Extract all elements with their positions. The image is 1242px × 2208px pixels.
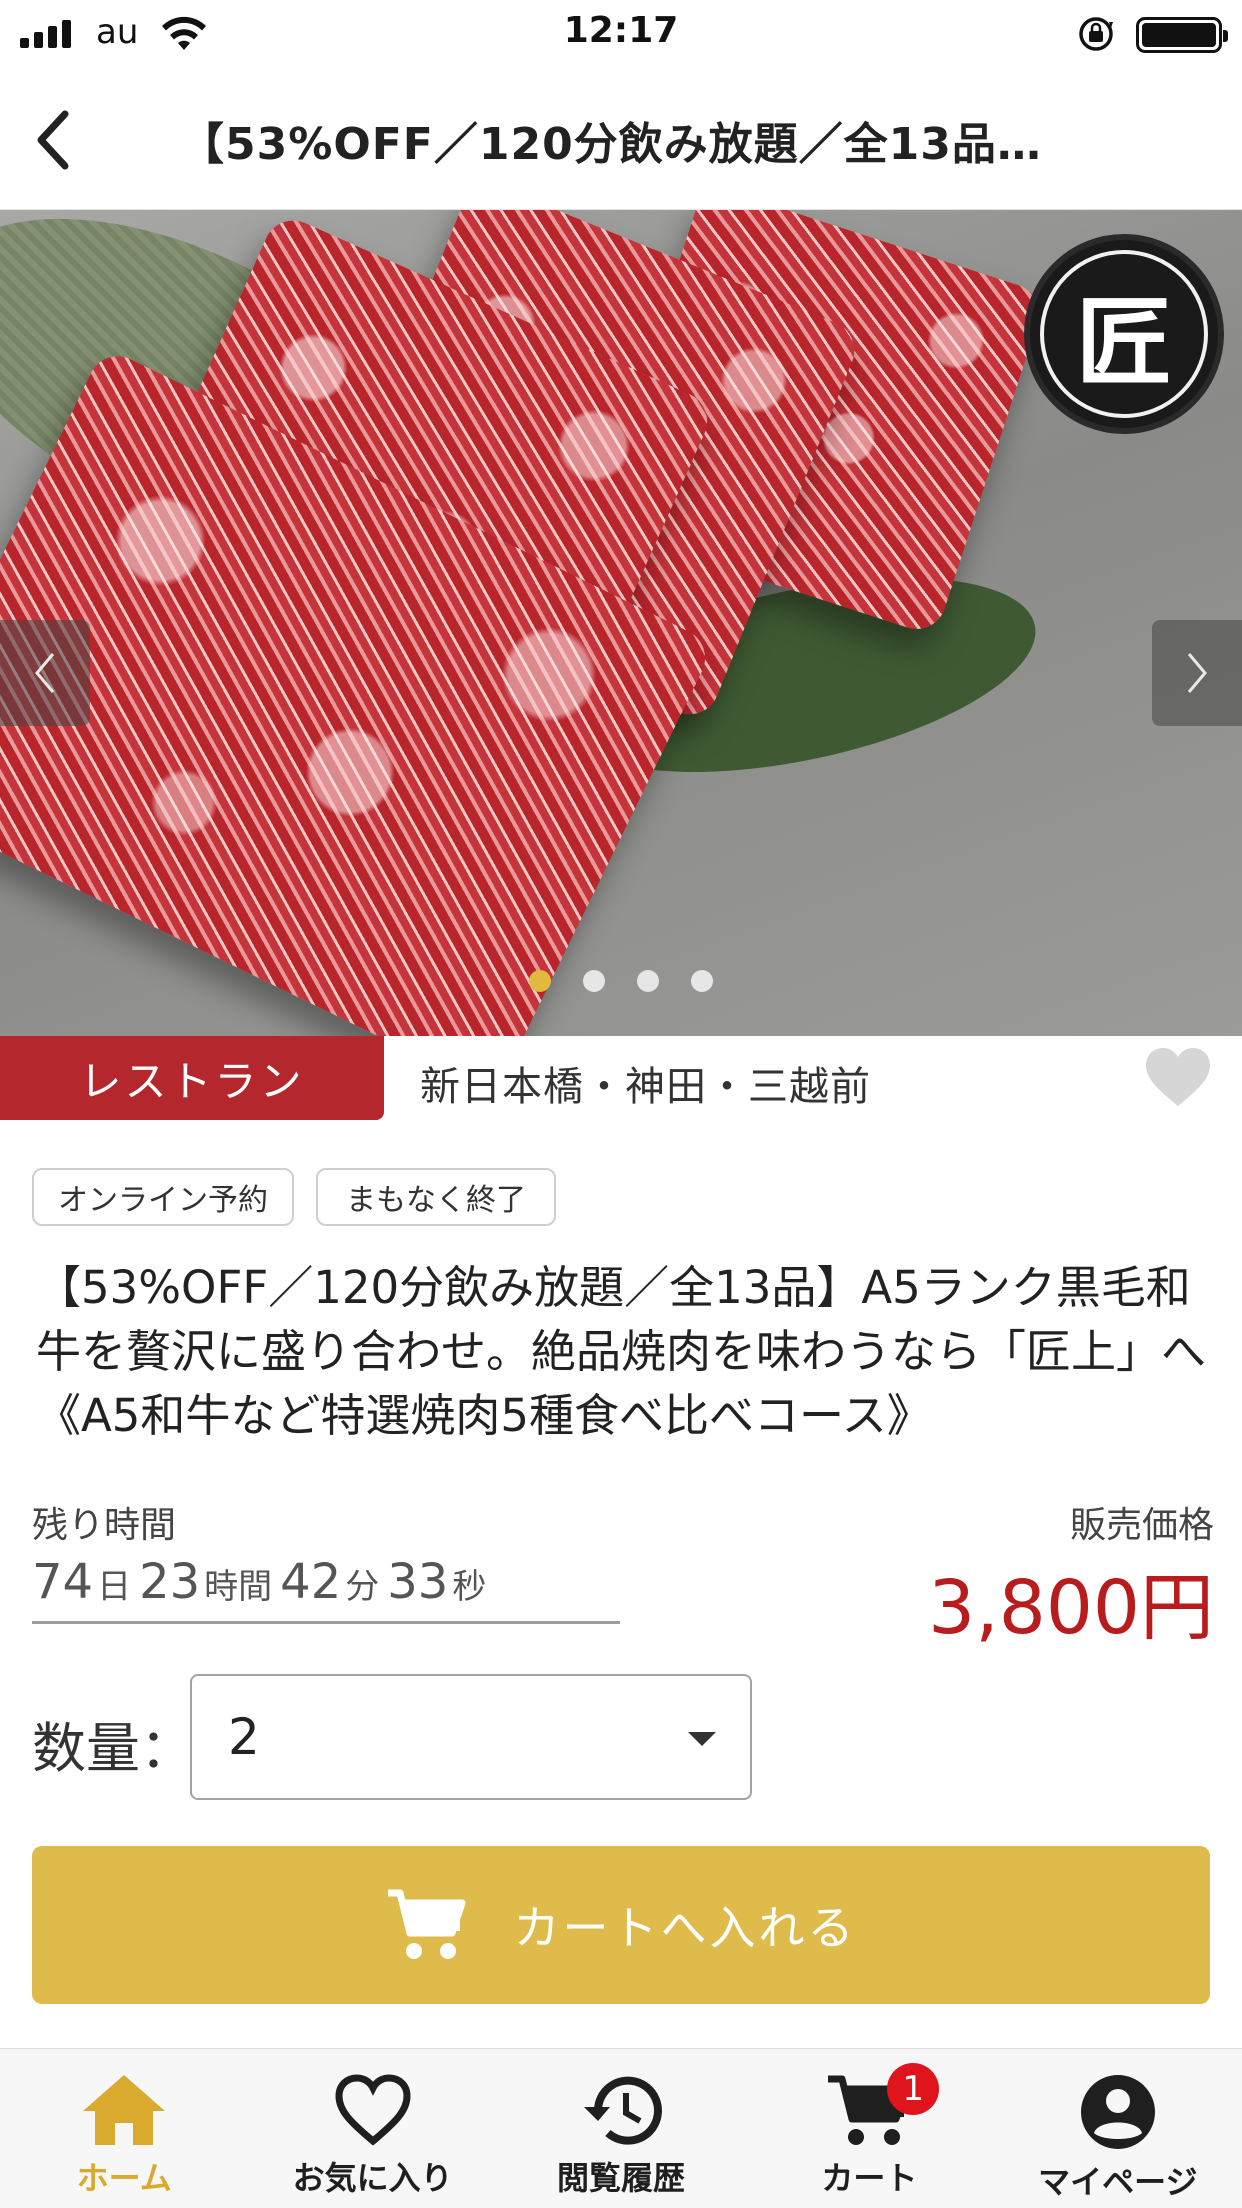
tab-mypage[interactable]: マイページ [994,2049,1242,2208]
timer-hours: 23 [139,1554,201,1610]
timer-days: 74 [32,1554,94,1610]
carousel-next-button[interactable] [1152,620,1242,726]
deal-title: 【53%OFF／120分飲み放題／全13品】A5ランク黒毛和牛を贅沢に盛り合わせ… [36,1261,1207,1442]
add-to-cart-button[interactable]: カートへ入れる [32,1846,1210,2004]
cart-count-badge: 1 [887,2063,940,2115]
heart-icon [335,2074,411,2146]
tab-home[interactable]: ホーム [0,2049,248,2208]
countdown-timer: 74 日 23 時間 42 分 33 秒 [32,1554,620,1624]
restaurant-logo: 匠 [1024,234,1224,434]
rotation-lock-icon [1079,17,1113,51]
price-label: 販売価格 [1069,1505,1214,1546]
cart-icon [387,1889,465,1959]
remaining-time-label: 残り時間 [32,1505,177,1546]
carousel-dot-1[interactable] [529,970,551,992]
tag-ending-soon: まもなく終了 [316,1168,556,1226]
carousel-dot-4[interactable] [691,970,713,992]
tab-history-label: 閲覧履歴 [557,2159,686,2197]
quantity-select[interactable]: 2 [190,1674,752,1800]
chevron-left-icon [35,653,55,693]
status-bar: au 12:17 [0,0,1242,70]
tag-online-reservation: オンライン予約 [32,1168,294,1226]
timer-seconds-unit: 秒 [452,1567,487,1607]
add-to-cart-label: カートへ入れる [513,1901,857,1955]
history-icon [584,2076,662,2145]
price-value: 3,800円 [928,1565,1214,1651]
area-label: 新日本橋・神田・三越前 [420,1064,871,1110]
tab-history[interactable]: 閲覧履歴 [497,2049,745,2208]
tab-mypage-label: マイページ [1038,2163,1198,2201]
timer-minutes: 42 [280,1554,342,1610]
timer-days-unit: 日 [97,1567,132,1607]
tab-home-label: ホーム [76,2159,172,2197]
home-icon [83,2075,166,2145]
tab-cart-label: カート [821,2159,918,2197]
tab-favorites[interactable]: お気に入り [248,2049,496,2208]
page-title: 【53%OFF／120分飲み放題／全13品… [180,119,1042,170]
category-row: レストラン 新日本橋・神田・三越前 [0,1036,1242,1122]
bottom-tab-bar: ホーム お気に入り 閲覧履歴 1 カート マイページ [0,2048,1242,2208]
timer-minutes-unit: 分 [345,1567,380,1607]
chevron-right-icon [1187,653,1207,693]
carousel-dot-2[interactable] [583,970,605,992]
nav-header: 【53%OFF／120分飲み放題／全13品… [0,70,1242,210]
carousel-dot-3[interactable] [637,970,659,992]
carousel-indicator [0,970,1242,992]
tab-cart[interactable]: 1 カート [745,2049,993,2208]
timer-seconds: 33 [387,1554,449,1610]
account-icon [1080,2075,1155,2149]
tab-favorites-label: お気に入り [292,2159,453,2197]
chevron-left-icon [37,110,69,170]
favorite-heart-icon[interactable] [1144,1046,1212,1108]
back-button[interactable] [18,100,88,180]
image-carousel[interactable]: 匠 [0,210,1242,1036]
carousel-prev-button[interactable] [0,620,90,726]
category-label: レストラン [0,1036,384,1120]
battery-icon [1136,17,1228,53]
quantity-value: 2 [228,1708,260,1766]
quantity-label: 数量： [32,1717,194,1780]
dropdown-caret-icon [688,1732,716,1746]
timer-hours-unit: 時間 [204,1567,273,1607]
clock: 12:17 [563,10,679,51]
